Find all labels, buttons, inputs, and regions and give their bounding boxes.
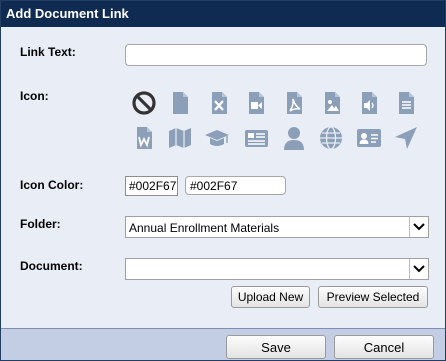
preview-selected-button[interactable]: Preview Selected (318, 286, 428, 308)
link-text-label: Link Text: (20, 45, 76, 59)
folder-label: Folder: (20, 217, 61, 231)
upload-new-button[interactable]: Upload New (231, 286, 310, 308)
document-select[interactable] (125, 258, 429, 280)
map-icon[interactable] (167, 125, 193, 151)
chevron-down-icon[interactable] (409, 217, 428, 237)
folder-select-value: Annual Enrollment Materials (129, 221, 280, 235)
text-file-icon[interactable] (393, 90, 419, 116)
folder-select[interactable]: Annual Enrollment Materials (125, 216, 429, 238)
save-button[interactable]: Save (226, 335, 326, 359)
no-icon-option-icon[interactable] (131, 90, 157, 116)
icon-color-swatch[interactable]: #002F67 (125, 176, 178, 196)
person-icon[interactable] (281, 125, 307, 151)
chevron-down-icon[interactable] (409, 259, 428, 279)
location-arrow-icon[interactable] (393, 125, 419, 151)
audio-icon[interactable] (356, 90, 382, 116)
graduation-cap-icon[interactable] (204, 125, 230, 151)
globe-icon[interactable] (318, 125, 344, 151)
dialog-title: Add Document Link (1, 1, 445, 27)
icon-color-label: Icon Color: (20, 178, 84, 192)
contact-card-icon[interactable] (356, 125, 382, 151)
word-icon[interactable] (131, 125, 157, 151)
document-icon[interactable] (167, 90, 193, 116)
icon-label: Icon: (20, 89, 49, 103)
cancel-button[interactable]: Cancel (334, 335, 434, 359)
link-text-input[interactable] (125, 44, 427, 66)
icon-color-input[interactable]: #002F67 (185, 176, 286, 195)
excel-icon[interactable] (206, 90, 232, 116)
add-document-link-dialog: Add Document Link Link Text: Icon: Icon … (0, 0, 446, 361)
dialog-footer: Save Cancel (1, 328, 445, 360)
document-label: Document: (20, 259, 83, 273)
image-icon[interactable] (319, 90, 345, 116)
pdf-icon[interactable] (281, 90, 307, 116)
video-icon[interactable] (243, 90, 269, 116)
newspaper-icon[interactable] (243, 125, 269, 151)
